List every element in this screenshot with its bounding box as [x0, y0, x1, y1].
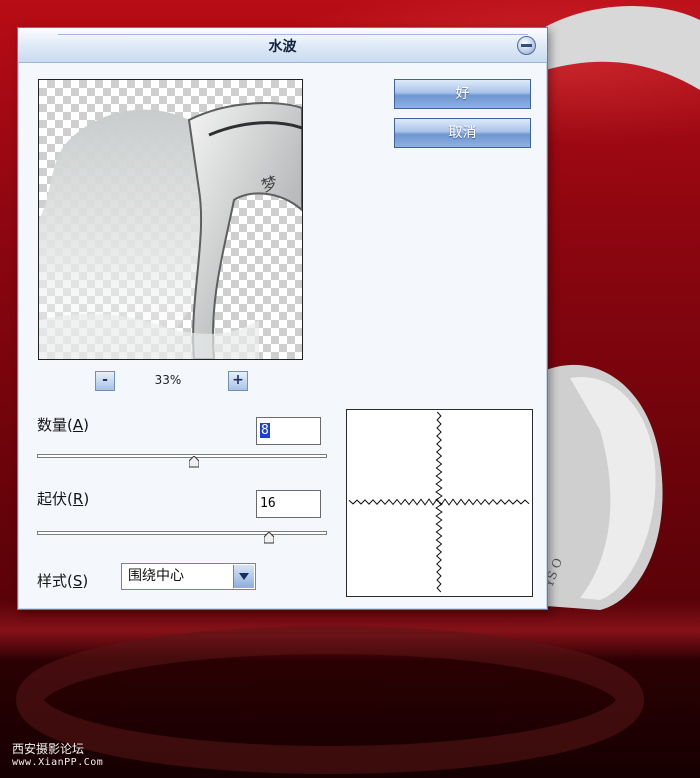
watermark-title: 西安摄影论坛 [12, 742, 85, 756]
style-selected: 围绕中心 [128, 568, 184, 584]
ridges-slider-thumb[interactable] [264, 532, 274, 544]
ridges-value: 16 [260, 496, 276, 511]
ridges-label: 起伏(R) [37, 490, 90, 508]
amount-hotkey: A [72, 416, 84, 434]
style-dropdown[interactable]: 围绕中心 [121, 563, 256, 590]
style-hotkey: S [72, 572, 83, 590]
watermark: 西安摄影论坛 www.XianPP.Com [12, 742, 103, 770]
title-bar-accent-line [58, 34, 528, 35]
amount-slider-thumb[interactable] [188, 456, 199, 468]
minimize-circle-icon[interactable] [517, 36, 536, 55]
zoom-level: 33% [154, 373, 182, 387]
ok-button[interactable]: 好 [394, 79, 531, 109]
zoom-out-button[interactable]: - [95, 371, 115, 391]
ridges-label-text: 起伏 [37, 490, 68, 508]
preview-ring-shape [187, 102, 302, 359]
ring-reflection [16, 626, 644, 774]
amount-field[interactable]: 8 [256, 417, 321, 445]
preview-image: 梦 [39, 102, 302, 359]
filter-preview[interactable]: 梦 [38, 79, 303, 360]
amount-value: 8 [260, 423, 270, 438]
style-label: 样式(S) [37, 572, 89, 590]
zigzag-filter-dialog: 水波 梦 - 33% + 好 取消 数量(A) 8 起伏(R) 16 样式(S)… [17, 27, 548, 610]
ridges-hotkey: R [72, 490, 84, 508]
cancel-button[interactable]: 取消 [394, 118, 531, 148]
amount-label-text: 数量 [37, 416, 68, 434]
title-bar[interactable]: 水波 [18, 28, 547, 63]
ring-top-band [540, 6, 700, 90]
ridges-field[interactable]: 16 [256, 490, 321, 518]
amount-label: 数量(A) [37, 416, 89, 434]
ripple-pattern-graphic [348, 411, 530, 593]
watermark-url: www.XianPP.Com [12, 757, 104, 768]
ripple-pattern-preview [346, 409, 533, 597]
ridges-slider[interactable] [37, 531, 327, 535]
style-label-text: 样式 [37, 572, 68, 590]
chevron-down-icon[interactable] [233, 565, 254, 588]
amount-slider[interactable] [37, 454, 327, 458]
dialog-title: 水波 [268, 39, 297, 55]
zoom-in-button[interactable]: + [228, 371, 248, 391]
ripple-vertical-line [435, 411, 443, 593]
